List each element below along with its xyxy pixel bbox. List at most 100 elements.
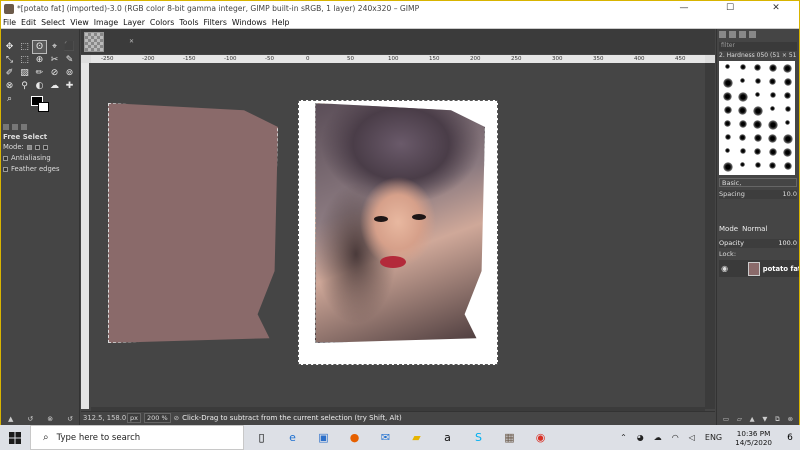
zoom-select[interactable]: 200 % bbox=[143, 413, 171, 423]
tool-icon[interactable]: ✎ bbox=[63, 54, 76, 66]
chevron-up-icon[interactable]: ⌃ bbox=[620, 433, 627, 442]
brush-preview[interactable] bbox=[768, 134, 777, 143]
document-tab-icon[interactable] bbox=[749, 31, 756, 38]
reset-icon[interactable]: ↺ bbox=[67, 415, 73, 425]
tool-icon[interactable]: ⚲ bbox=[18, 80, 31, 92]
firefox-icon[interactable]: ● bbox=[339, 425, 370, 450]
tab-icon[interactable] bbox=[21, 124, 27, 130]
brush-tab-icon[interactable] bbox=[719, 31, 726, 38]
cloud-icon[interactable]: ☁ bbox=[654, 433, 662, 442]
brush-preview[interactable] bbox=[752, 106, 763, 116]
brush-preview[interactable] bbox=[767, 120, 778, 130]
brush-preview[interactable] bbox=[739, 148, 746, 154]
store-icon[interactable]: ▣ bbox=[308, 425, 339, 450]
new-layer-icon[interactable]: ▭ bbox=[723, 415, 729, 424]
brush-preview[interactable] bbox=[722, 162, 733, 172]
tool-icon[interactable]: ʘ bbox=[32, 40, 47, 54]
clock[interactable]: 10:36 PM 14/5/2020 bbox=[735, 429, 772, 447]
lower-icon[interactable]: ▼ bbox=[762, 415, 767, 424]
volume-icon[interactable]: ◁ bbox=[689, 433, 695, 442]
menu-edit[interactable]: Edit bbox=[21, 18, 36, 27]
brush-preview[interactable] bbox=[724, 134, 731, 140]
delete-layer-icon[interactable]: ⊗ bbox=[788, 415, 793, 424]
mode-subtract-icon[interactable] bbox=[42, 145, 48, 150]
brush-preview[interactable] bbox=[738, 106, 747, 115]
brush-preview[interactable] bbox=[784, 106, 791, 112]
brush-preview[interactable] bbox=[783, 78, 792, 86]
tool-icon[interactable]: ⌕ bbox=[3, 93, 16, 105]
edge-icon[interactable]: e bbox=[277, 425, 308, 450]
menu-windows[interactable]: Windows bbox=[232, 18, 267, 27]
tool-icon[interactable]: ✥ bbox=[3, 41, 16, 53]
pattern-tab-icon[interactable] bbox=[729, 31, 736, 38]
tab-icon[interactable] bbox=[12, 124, 18, 130]
unit-select[interactable]: px bbox=[127, 413, 141, 423]
brush-preview[interactable] bbox=[755, 92, 760, 97]
tool-icon[interactable]: ⬚ bbox=[18, 41, 31, 53]
brush-preview[interactable] bbox=[740, 162, 745, 167]
brush-preview[interactable] bbox=[739, 64, 746, 70]
amazon-icon[interactable]: a bbox=[432, 425, 463, 450]
menu-help[interactable]: Help bbox=[272, 18, 290, 27]
brush-preview[interactable] bbox=[725, 64, 730, 69]
raise-icon[interactable]: ▲ bbox=[750, 415, 755, 424]
tool-icon[interactable]: ⊚ bbox=[63, 67, 76, 79]
image-tab-photo[interactable] bbox=[108, 103, 278, 343]
brush-preview[interactable] bbox=[740, 78, 745, 83]
language-indicator[interactable]: ENG bbox=[705, 433, 722, 442]
tool-icon[interactable]: ◐ bbox=[33, 80, 46, 92]
chrome-icon[interactable]: ◉ bbox=[525, 425, 556, 450]
menu-image[interactable]: Image bbox=[94, 18, 118, 27]
brush-preview[interactable] bbox=[725, 148, 730, 153]
brush-filter-input[interactable]: filter bbox=[719, 42, 797, 51]
canvas-area[interactable]: ✕ -250 -200 -150 -100 -50 0 50 100 150 200 250 300 3… bbox=[81, 29, 715, 424]
tool-icon[interactable]: ⤡ bbox=[3, 54, 16, 66]
save-preset-icon[interactable]: ▲ bbox=[8, 415, 13, 425]
brush-preview[interactable] bbox=[785, 120, 790, 125]
brush-preview[interactable] bbox=[737, 92, 748, 102]
brush-preview[interactable] bbox=[753, 134, 762, 142]
mail-icon[interactable]: ✉ bbox=[370, 425, 401, 450]
brush-preview[interactable] bbox=[784, 92, 791, 99]
tool-icon[interactable]: ✚ bbox=[63, 80, 76, 92]
layer-row[interactable]: ◉ potato fat bbox=[719, 260, 799, 277]
brush-preview[interactable] bbox=[783, 162, 792, 170]
feather-checkbox[interactable] bbox=[3, 167, 8, 172]
folder-icon[interactable]: ▱ bbox=[737, 415, 742, 424]
brush-preview[interactable] bbox=[754, 162, 761, 168]
mode-replace-icon[interactable] bbox=[26, 145, 32, 150]
antialiasing-checkbox[interactable] bbox=[3, 156, 8, 161]
task-view-icon[interactable]: ▯ bbox=[246, 425, 277, 450]
tray-app-icon[interactable]: ◕ bbox=[637, 433, 644, 442]
close-tab-icon[interactable]: ✕ bbox=[129, 38, 134, 45]
tool-icon[interactable]: ▨ bbox=[18, 67, 31, 79]
tool-icon[interactable]: ⬛ bbox=[63, 41, 76, 53]
brush-grid[interactable] bbox=[719, 61, 795, 175]
brush-preview[interactable] bbox=[723, 92, 732, 101]
minimize-button[interactable]: — bbox=[661, 1, 707, 16]
tool-icon[interactable]: ⊕ bbox=[33, 54, 46, 66]
wifi-icon[interactable]: ◠ bbox=[672, 433, 679, 442]
gimp-taskbar-icon[interactable]: ▦ bbox=[494, 425, 525, 450]
menu-filters[interactable]: Filters bbox=[204, 18, 227, 27]
tool-icon[interactable]: ✐ bbox=[3, 67, 16, 79]
menu-view[interactable]: View bbox=[70, 18, 89, 27]
brush-preview[interactable] bbox=[769, 78, 776, 85]
brush-preview[interactable] bbox=[768, 64, 777, 72]
brush-preview[interactable] bbox=[770, 106, 775, 111]
layer-photo[interactable] bbox=[315, 103, 485, 343]
brush-preview[interactable] bbox=[769, 162, 776, 169]
brush-preview[interactable] bbox=[783, 148, 792, 157]
brush-preview[interactable] bbox=[724, 120, 731, 127]
brush-preview[interactable] bbox=[722, 78, 733, 88]
menu-select[interactable]: Select bbox=[41, 18, 65, 27]
brush-preset[interactable]: Basic, bbox=[719, 178, 797, 187]
brush-preview[interactable] bbox=[739, 134, 746, 141]
tool-icon[interactable]: ⊗ bbox=[3, 80, 16, 92]
tool-icon[interactable]: ⊘ bbox=[48, 67, 61, 79]
background-color[interactable] bbox=[38, 102, 49, 112]
tool-icon[interactable]: ⬚ bbox=[18, 54, 31, 66]
windows-start-icon[interactable] bbox=[0, 425, 30, 450]
image-tab-blank[interactable] bbox=[84, 32, 104, 52]
navigate-icon[interactable] bbox=[705, 55, 715, 63]
